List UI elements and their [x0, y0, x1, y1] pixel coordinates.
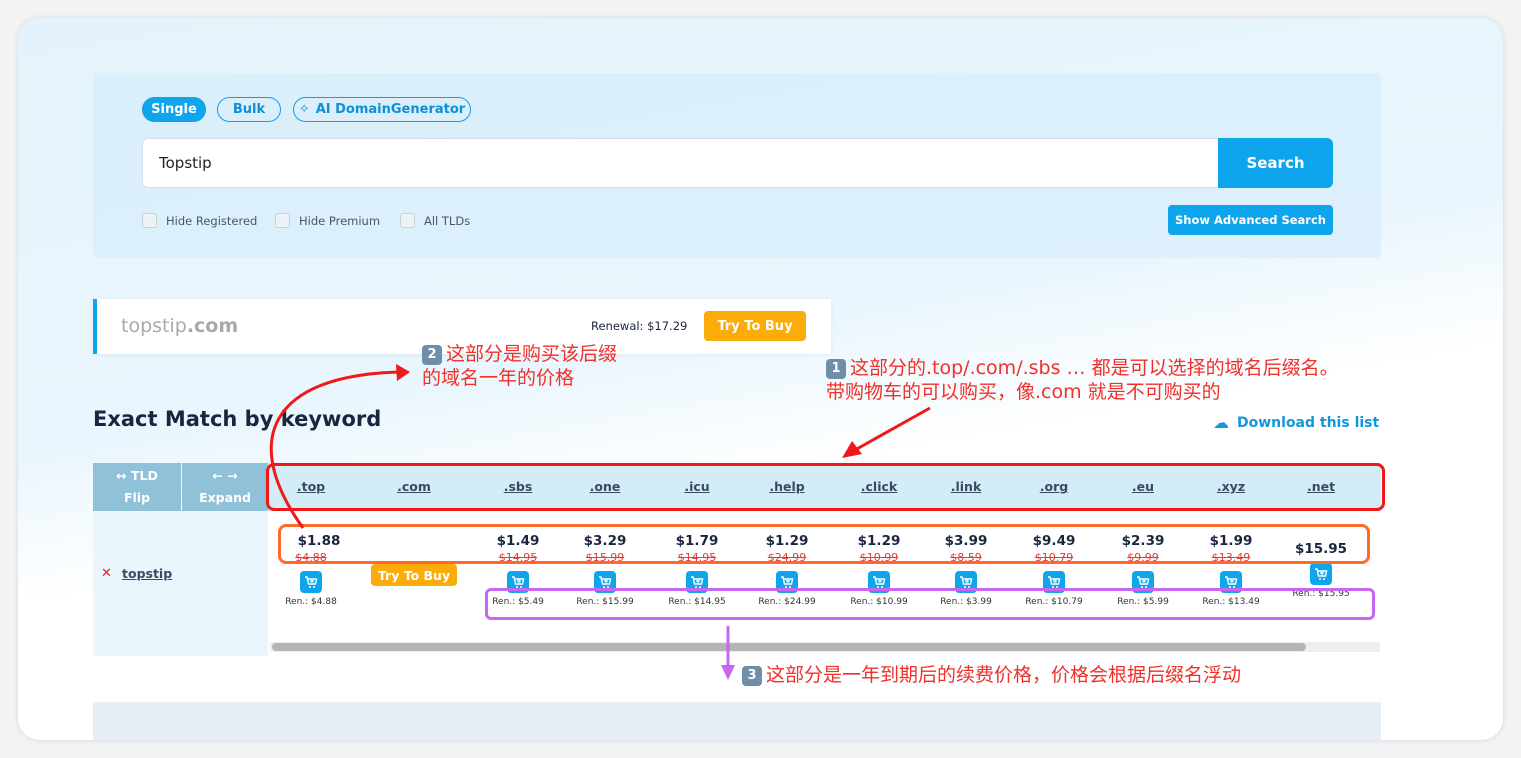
- arrowhead: [721, 665, 735, 680]
- note-text: 的域名一年的价格: [422, 367, 575, 389]
- arrowhead: [842, 441, 862, 458]
- badge-3: 3: [742, 666, 762, 686]
- arrow-to-price: [269, 370, 401, 529]
- annotation-2: 2 这部分是购买该后缀 的域名一年的价格: [422, 342, 617, 390]
- arrow-to-tlds: [854, 406, 931, 452]
- arrowhead: [396, 364, 410, 381]
- badge-2: 2: [422, 345, 442, 365]
- note-text: 这部分的.top/.com/.sbs … 都是可以选择的域名后缀名。: [850, 357, 1339, 379]
- annotation-1: 1 这部分的.top/.com/.sbs … 都是可以选择的域名后缀名。 带购物车的…: [826, 356, 1339, 404]
- note-text: 带购物车的可以购买，像.com 就是不可购买的: [826, 381, 1221, 403]
- badge-1: 1: [826, 359, 846, 379]
- annotation-3: 3 这部分是一年到期后的续费价格，价格会根据后缀名浮动: [742, 663, 1241, 687]
- note-text: 这部分是购买该后缀: [446, 343, 618, 365]
- note-text: 这部分是一年到期后的续费价格，价格会根据后缀名浮动: [766, 664, 1242, 686]
